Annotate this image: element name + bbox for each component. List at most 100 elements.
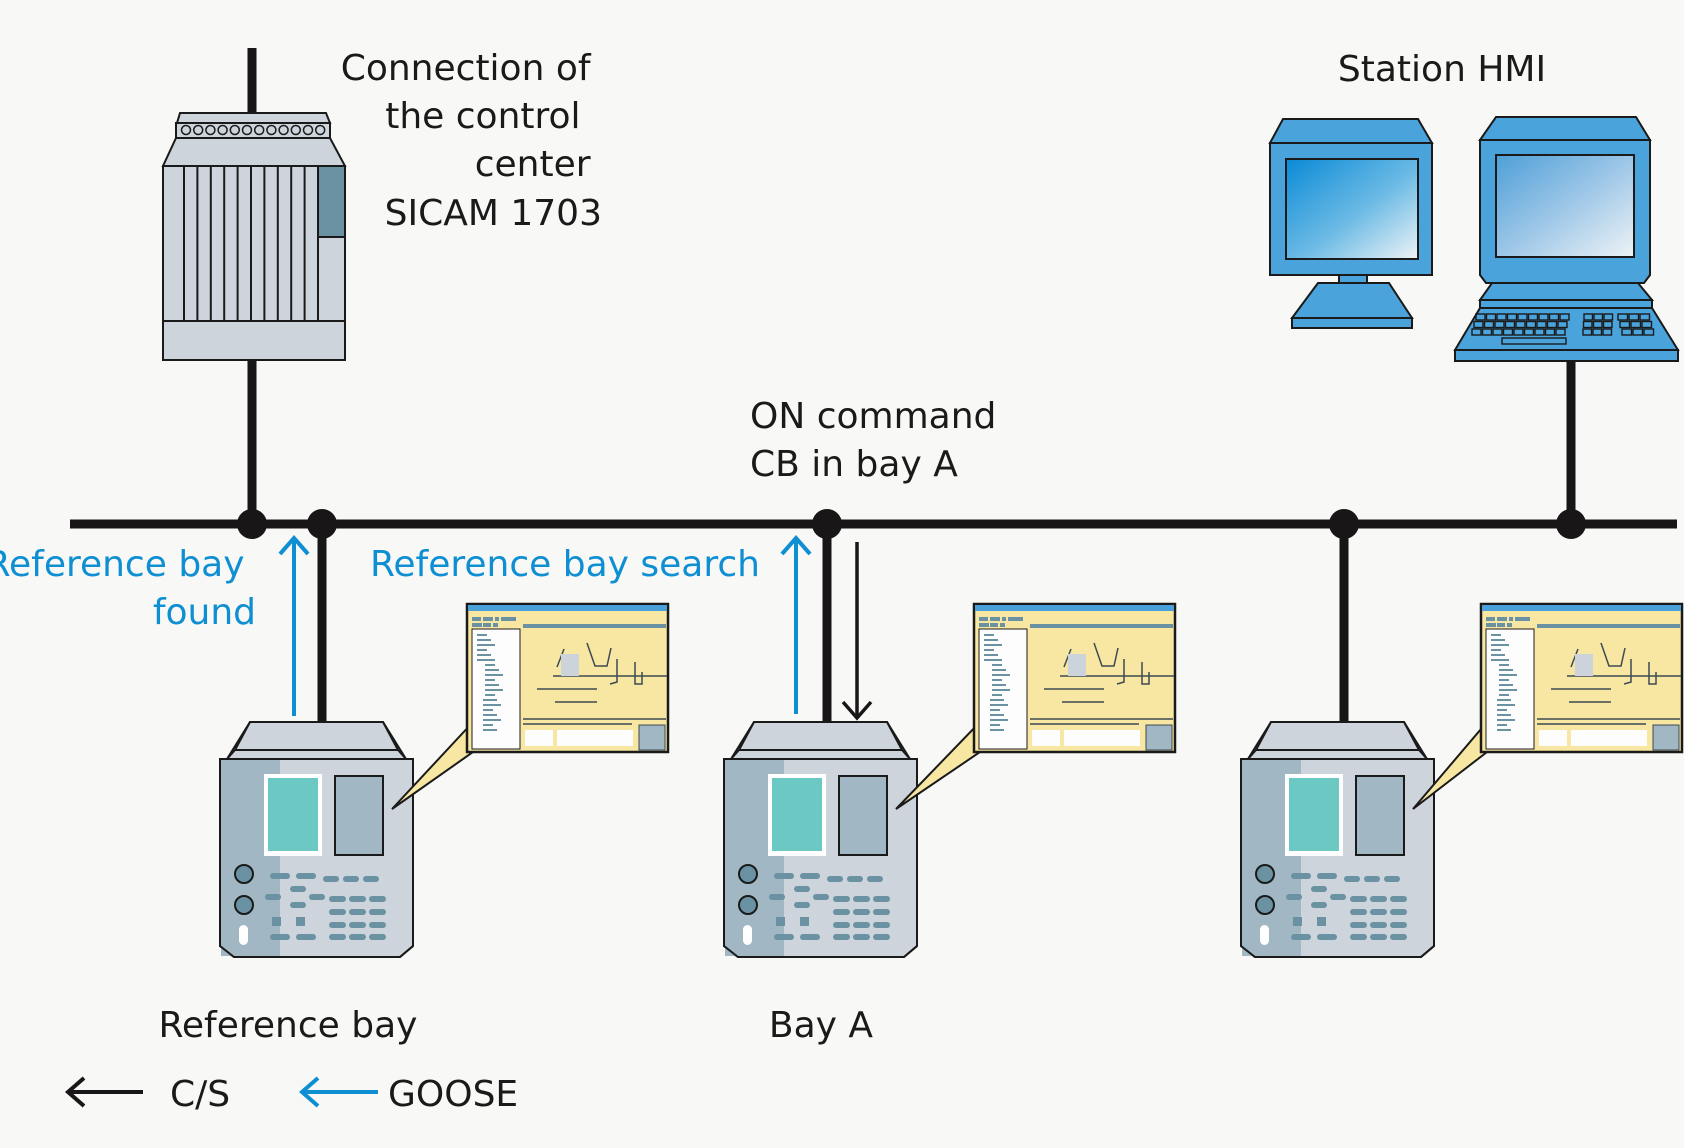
device-key <box>800 873 820 879</box>
legend-goose-label: GOOSE <box>388 1074 518 1115</box>
popup-tree-item <box>992 669 1006 671</box>
popup-tree-item <box>984 634 994 636</box>
popup-toolbar-item <box>483 623 491 627</box>
popup-field <box>1571 730 1647 746</box>
device-key-square <box>296 917 305 926</box>
popup-tree-item <box>1499 669 1513 671</box>
control-center-label: Connection of the control center SICAM 1… <box>341 48 602 234</box>
popup-tree-item <box>1497 729 1511 731</box>
popup-tree-item <box>1499 689 1517 691</box>
popup-tree-item <box>485 694 495 696</box>
device-key <box>329 896 346 902</box>
hmi-display-callout <box>1412 602 1684 810</box>
popup-tree-item <box>984 659 1002 661</box>
popup-status-grid <box>1145 724 1173 751</box>
device-key <box>1390 896 1407 902</box>
popup-tree-item <box>483 699 497 701</box>
device-key <box>833 934 850 940</box>
popup-tree-item <box>1491 639 1505 641</box>
sicam-rack-icon <box>161 112 347 361</box>
device-secondary-display <box>1355 775 1405 856</box>
device-led <box>239 925 248 945</box>
device-key <box>329 909 346 915</box>
popup-tree-item <box>990 709 1000 711</box>
popup-tree-item <box>990 719 1008 721</box>
popup-tree-item <box>1499 679 1509 681</box>
left-arrow-blue-icon <box>298 1076 378 1108</box>
popup-tree-item <box>990 729 1004 731</box>
popup-toolbar-item <box>1486 617 1495 621</box>
popup-toolbar-item <box>1486 623 1496 627</box>
device-key-square <box>1293 917 1302 926</box>
device-key <box>290 886 306 892</box>
popup-titlebar <box>468 605 667 611</box>
popup-field <box>525 730 553 746</box>
popup-tree-item <box>1497 709 1507 711</box>
popup-toolbar-item <box>1000 623 1005 627</box>
device-key <box>296 934 316 940</box>
popup-tree-item <box>485 689 503 691</box>
device-key <box>369 909 386 915</box>
device-secondary-display <box>838 775 888 856</box>
device-knob <box>1255 895 1275 915</box>
device-key <box>349 909 366 915</box>
reference-bay-found-label: Reference bay found <box>0 544 256 633</box>
device-key <box>265 894 281 900</box>
popup-tree-item <box>990 699 1004 701</box>
popup-tree-item <box>1499 694 1509 696</box>
device-key <box>853 909 870 915</box>
device-key <box>1330 894 1346 900</box>
device-key <box>369 922 386 928</box>
popup-toolbar-item <box>1507 623 1512 627</box>
popup-status-grid <box>638 724 666 751</box>
device-key <box>847 876 863 882</box>
popup-tree-item <box>990 714 1004 716</box>
popup-tree-item <box>1491 644 1509 646</box>
popup-titlebar <box>1482 605 1681 611</box>
bay-controller-icon <box>723 721 918 958</box>
device-key <box>1317 934 1337 940</box>
device-display <box>268 778 318 851</box>
device-key <box>1317 873 1337 879</box>
network-diagram: Connection of the control center SICAM 1… <box>0 48 1684 1115</box>
popup-tree-item <box>483 709 493 711</box>
popup-tree-item <box>483 704 501 706</box>
popup-toolbar-item <box>990 617 1000 621</box>
bus-node-bay-a <box>812 509 842 539</box>
popup-tree-item <box>1497 704 1515 706</box>
device-knob <box>234 895 254 915</box>
device-key <box>1384 876 1400 882</box>
popup-tree-item <box>477 644 495 646</box>
popup-tree-item <box>485 674 503 676</box>
device-key-square <box>800 917 809 926</box>
monitor-icon <box>1268 118 1434 329</box>
device-key <box>873 922 890 928</box>
device-led <box>1260 925 1269 945</box>
popup-toolbar-item <box>1008 617 1023 621</box>
device-key <box>363 876 379 882</box>
popup-tree-item <box>990 724 1000 726</box>
popup-field <box>557 730 633 746</box>
device-key <box>349 922 366 928</box>
device-key <box>309 894 325 900</box>
device-key <box>290 902 306 908</box>
device-knob <box>738 895 758 915</box>
popup-tree-item <box>992 664 1002 666</box>
device-key <box>270 934 290 940</box>
device-key <box>833 922 850 928</box>
on-command-label: ON command CB in bay A <box>750 396 1008 485</box>
popup-toolbar-item <box>472 623 482 627</box>
device-key <box>774 934 794 940</box>
bay-controller-icon <box>1240 721 1435 958</box>
popup-toolbar-item <box>979 623 989 627</box>
popup-header-bar <box>1537 624 1680 628</box>
popup-tree-item <box>984 649 994 651</box>
popup-tree-item <box>984 639 998 641</box>
legend-cs-label: C/S <box>170 1074 230 1115</box>
device-key <box>296 873 316 879</box>
popup-tree-item <box>485 679 495 681</box>
popup-toolbar-item <box>1509 617 1513 621</box>
popup-toolbar-item <box>1497 617 1507 621</box>
device-key <box>873 896 890 902</box>
popup-tree-item <box>477 654 491 656</box>
